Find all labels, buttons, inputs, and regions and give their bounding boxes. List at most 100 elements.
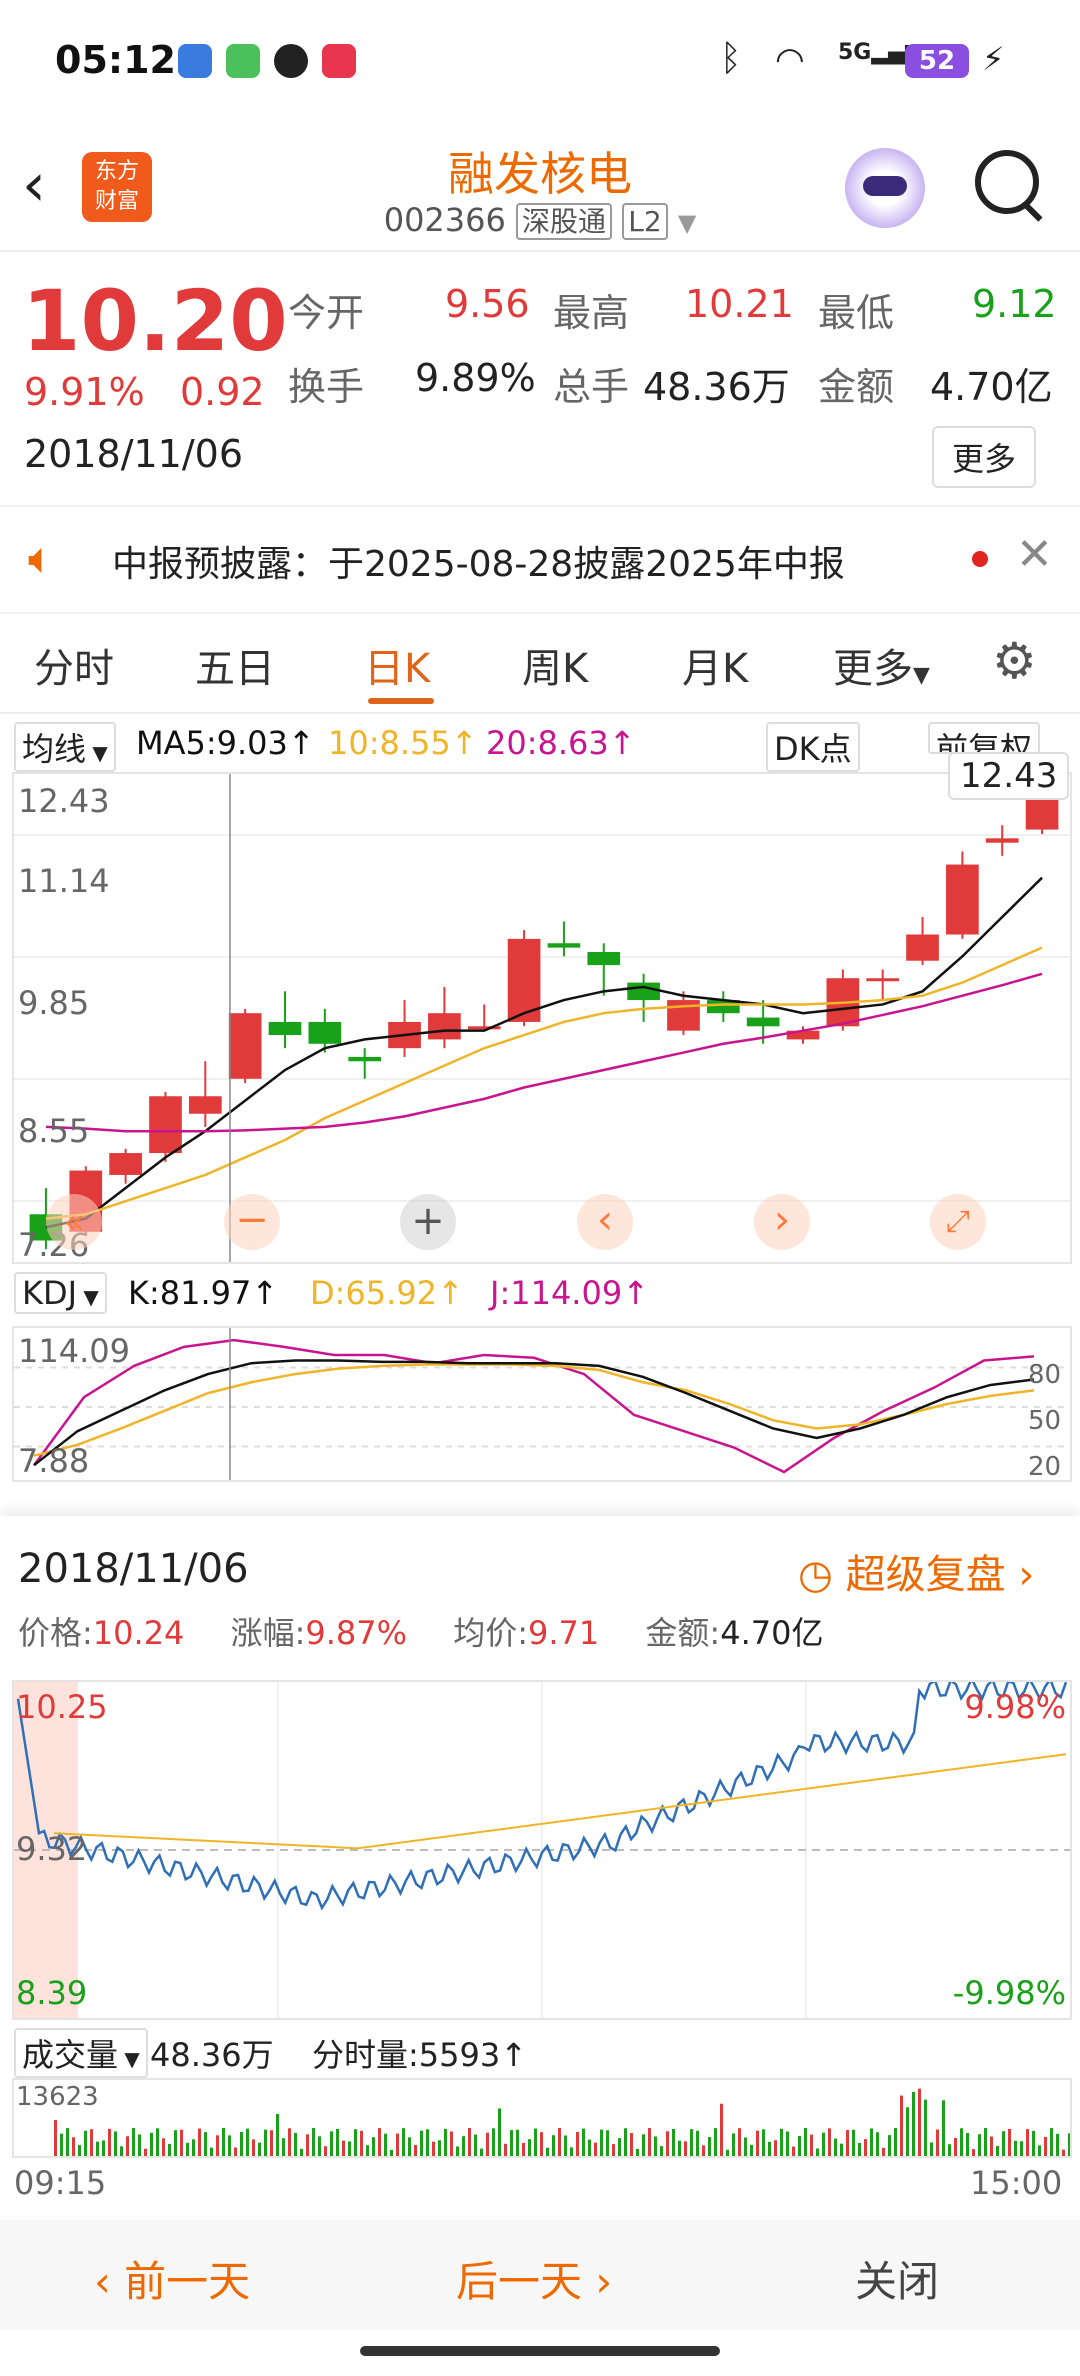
intraday-amount: 4.70亿 — [720, 1614, 824, 1652]
volume-bar — [942, 2100, 945, 2156]
amount-label: 金额 — [818, 365, 895, 409]
turnover-label: 换手 — [288, 365, 365, 409]
intraday-chart[interactable]: 10.25 9.32 8.39 9.98% -9.98% — [12, 1680, 1072, 2020]
volume-bar — [66, 2128, 69, 2156]
tab-intraday[interactable]: 分时 — [34, 636, 114, 694]
volume-bar — [300, 2148, 303, 2156]
volume-bar — [534, 2128, 537, 2156]
volume-bar — [414, 2144, 417, 2156]
candle-body — [308, 1021, 342, 1044]
volume-bar — [930, 2142, 933, 2156]
volume-bar — [354, 2129, 357, 2156]
volume-bar — [906, 2107, 909, 2156]
next-day-button[interactable]: 后一天 › — [456, 2248, 612, 2309]
volume-bar — [402, 2128, 405, 2156]
volume-bar — [618, 2138, 621, 2156]
tick-volume: 分时量:5593↑ — [312, 2036, 528, 2074]
volume-bar — [342, 2140, 345, 2156]
volume-bar — [984, 2128, 987, 2156]
bluetooth-icon: ᛒ — [720, 38, 742, 79]
intraday-change: 9.87% — [305, 1614, 408, 1652]
rewind-icon[interactable]: « — [46, 1194, 102, 1250]
volume-bar — [282, 2138, 285, 2156]
ma5-line — [45, 876, 1043, 1229]
tab-weekly-k[interactable]: 周K — [522, 636, 588, 694]
volume-bar — [600, 2129, 603, 2156]
tab-daily-k[interactable]: 日K — [364, 636, 430, 694]
fullscreen-icon[interactable]: ⤢ — [930, 1194, 986, 1250]
robot-assistant-icon[interactable] — [845, 148, 925, 228]
amount-value: 4.70亿 — [930, 365, 1053, 409]
volume-bar — [570, 2147, 573, 2156]
volume-bar — [372, 2137, 375, 2156]
volume-bar — [894, 2128, 897, 2156]
volume-bar — [222, 2128, 225, 2156]
close-button[interactable]: 关闭 — [855, 2248, 939, 2309]
tab-more[interactable]: 更多▼ — [833, 636, 930, 694]
volume-bar — [84, 2130, 87, 2156]
volume-bar — [438, 2140, 441, 2156]
kline-chart[interactable]: 12.43 11.14 9.85 8.55 7.26 12.43 « − + ‹… — [12, 752, 1072, 1264]
indicator-dropdown[interactable]: KDJ ▼ — [14, 1272, 107, 1314]
volume-bar — [114, 2131, 117, 2156]
intraday-pct-bottom: -9.98% — [952, 1974, 1066, 2012]
volume-bar — [1038, 2145, 1041, 2156]
notice-bar[interactable]: 🔈︎ 中报预披露：于2025-08-28披露2025年中报 ✕ — [0, 505, 1080, 614]
volume-bar — [606, 2130, 609, 2156]
stock-header: ‹ 东方 财富 融发核电 002366 深股通 L2 ▼ — [0, 130, 1080, 252]
volume-bar — [852, 2129, 855, 2156]
ma-dropdown[interactable]: 均线 ▼ — [14, 722, 116, 772]
prev-day-button[interactable]: ‹ 前一天 — [94, 2248, 250, 2309]
volume-total: 48.36万 — [150, 2036, 274, 2074]
volume-bar — [780, 2128, 783, 2156]
intraday-stats: 价格:10.24 涨幅:9.87% 均价:9.71 金额:4.70亿 — [18, 1614, 824, 1652]
high-value: 10.21 — [685, 282, 794, 326]
tab-monthly-k[interactable]: 月K — [682, 636, 748, 694]
search-icon[interactable] — [975, 150, 1043, 222]
volume-chart[interactable]: 13623 — [12, 2078, 1072, 2158]
period-tabs: 分时 五日 日K 周K 月K 更多▼ ⚙ — [0, 612, 1080, 714]
quote-date: 2018/11/06 — [24, 432, 244, 476]
battery-icon: 52 — [905, 44, 969, 78]
candle-body — [109, 1153, 142, 1175]
turnover-value: 9.89% — [415, 356, 536, 400]
speaker-icon: 🔈︎ — [28, 533, 55, 584]
dk-point-button[interactable]: DK点 — [766, 722, 860, 772]
music-app-icon — [322, 44, 356, 78]
volume-bar — [78, 2145, 81, 2156]
volume-bar — [660, 2146, 663, 2156]
close-icon[interactable]: ✕ — [1016, 529, 1053, 580]
scroll-left-icon[interactable]: ‹ — [577, 1194, 633, 1250]
candle-body — [1025, 798, 1059, 830]
candle-body — [268, 1021, 302, 1036]
scroll-right-icon[interactable]: › — [754, 1194, 810, 1250]
volume-dropdown[interactable]: 成交量 ▼ — [14, 2028, 148, 2078]
volume-bar — [876, 2132, 879, 2156]
volume-bar — [1044, 2136, 1047, 2156]
volume-bar — [720, 2103, 723, 2156]
volume-bar — [348, 2141, 351, 2156]
tab-five-day[interactable]: 五日 — [195, 636, 275, 694]
zoom-out-icon[interactable]: − — [224, 1194, 280, 1250]
kdj-chart[interactable]: 114.09 7.88 80 50 20 — [12, 1326, 1072, 1482]
volume-bar — [672, 2128, 675, 2156]
kline-svg — [14, 774, 1070, 1262]
zoom-in-icon[interactable]: + — [400, 1194, 456, 1250]
volume-bar — [378, 2128, 381, 2156]
volume-bar — [192, 2139, 195, 2156]
volume-bar — [804, 2128, 807, 2156]
volume-bar — [948, 2144, 951, 2156]
volume-bar — [936, 2129, 939, 2156]
settings-gear-icon[interactable]: ⚙ — [992, 632, 1037, 690]
volume-bar — [240, 2132, 243, 2156]
volume-bar — [612, 2144, 615, 2156]
super-replay-link[interactable]: ◷ 超级复盘 › — [798, 1542, 1034, 1600]
adjust-mode-button[interactable]: 前复权 — [928, 722, 1041, 754]
notice-text: 中报预披露：于2025-08-28披露2025年中报 — [112, 544, 845, 585]
volume-bar — [714, 2128, 717, 2156]
chevron-left-icon: ‹ — [94, 2257, 125, 2306]
more-button[interactable]: 更多 — [932, 426, 1037, 488]
kdj-k-line — [33, 1359, 1035, 1467]
kdj-y-bottom: 7.88 — [18, 1442, 90, 1480]
volume-bar — [408, 2137, 411, 2156]
